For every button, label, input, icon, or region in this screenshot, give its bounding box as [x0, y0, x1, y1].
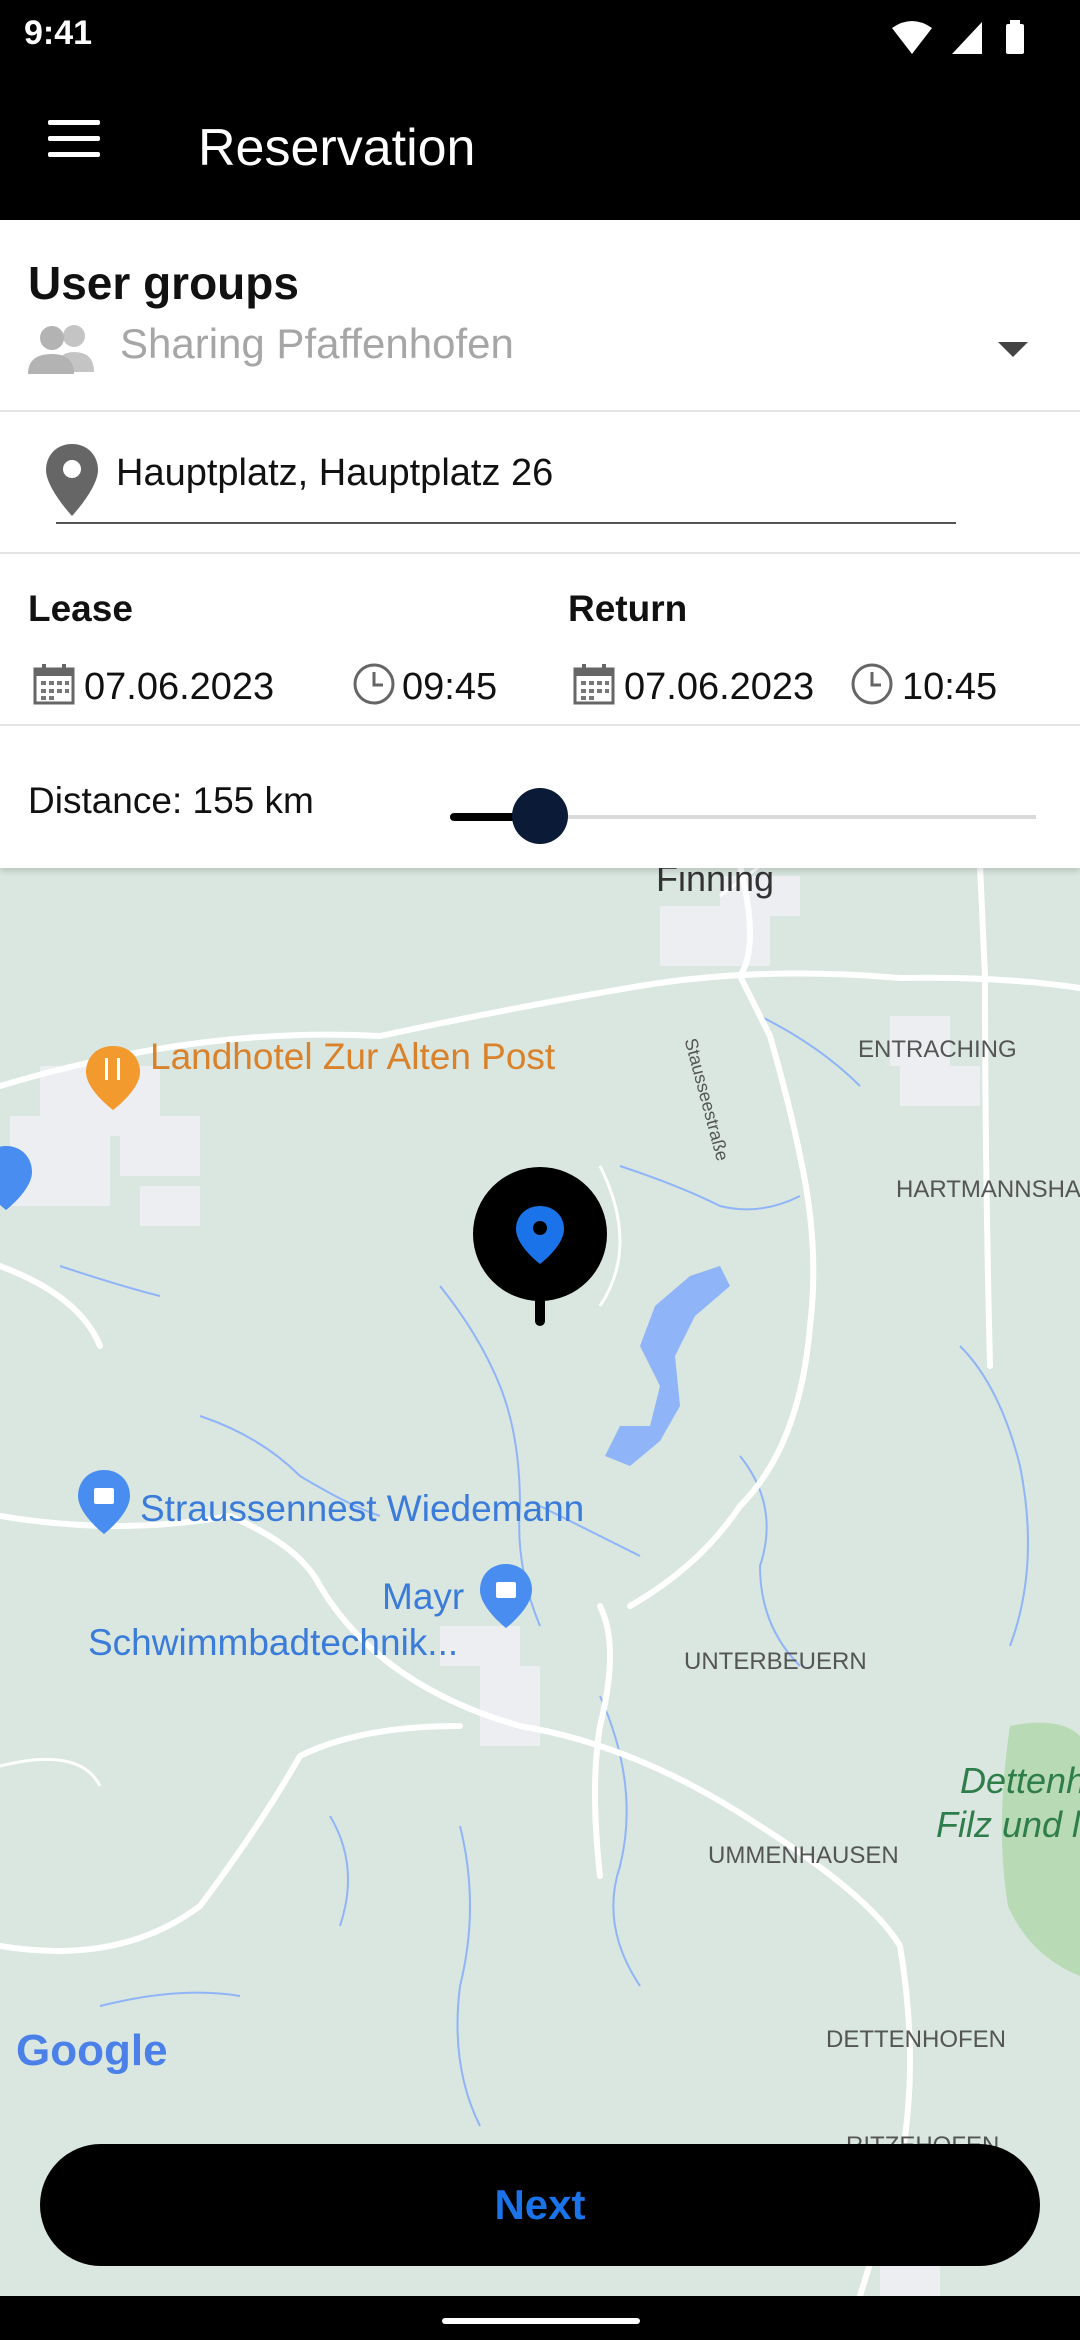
user-groups-label: User groups: [28, 257, 299, 309]
group-icon: [28, 325, 94, 374]
location-section: Hauptplatz, Hauptplatz 26: [0, 412, 1080, 554]
map-label-dettenhofen: DETTENHOFEN: [826, 2026, 1006, 2053]
app-bar: Reservation: [0, 72, 1080, 220]
map-label-straussennest[interactable]: Straussennest Wiedemann: [140, 1488, 584, 1530]
map-label-ummenhausen: UMMENHAUSEN: [708, 1842, 899, 1869]
map-label-hartmannshausen: HARTMANNSHAU: [896, 1176, 1080, 1203]
shopping-icon[interactable]: [480, 1564, 532, 1628]
map-label-filz: Filz und l: [936, 1804, 1080, 1845]
navigation-bar: [0, 2296, 1080, 2340]
distance-section: Distance: 155 km: [0, 726, 1080, 868]
distance-label: Distance: 155 km: [28, 780, 314, 821]
clock-icon: [851, 663, 893, 705]
selected-location-marker[interactable]: [473, 1167, 607, 1326]
dates-section: Lease Return 07.06.2023 09:45 07.06.2023…: [0, 554, 1080, 726]
map-label-landhotel[interactable]: Landhotel Zur Alten Post: [150, 1036, 555, 1078]
home-indicator[interactable]: [442, 2318, 640, 2324]
clock-icon: [353, 663, 395, 705]
menu-icon[interactable]: [48, 120, 104, 168]
map-view[interactable]: Finning Landhotel Zur Alten Post Stausse…: [0, 866, 1080, 2296]
chevron-down-icon[interactable]: [998, 342, 1028, 357]
wifi-icon: [892, 21, 932, 54]
google-logo: Google: [16, 2026, 168, 2075]
next-button[interactable]: Next: [40, 2144, 1040, 2266]
return-time[interactable]: 10:45: [902, 666, 997, 709]
map-label-unterbeuern: UNTERBEUERN: [684, 1648, 867, 1675]
distance-slider-thumb[interactable]: [512, 788, 568, 844]
lease-time[interactable]: 09:45: [402, 666, 497, 709]
calendar-icon: [33, 664, 75, 705]
user-group-select[interactable]: Sharing Pfaffenhofen: [120, 320, 514, 368]
page-title: Reservation: [198, 119, 476, 177]
lease-date[interactable]: 07.06.2023: [84, 666, 274, 709]
reservation-form: User groups Sharing Pfaffenhofen Hauptpl…: [0, 220, 1080, 868]
map-label-mayr[interactable]: Mayr: [382, 1576, 464, 1618]
return-label: Return: [568, 588, 688, 629]
map-canvas[interactable]: [0, 866, 1080, 2296]
map-label-dettenh: Dettenh: [960, 1760, 1080, 1801]
status-time: 9:41: [24, 14, 93, 52]
location-underline: [56, 522, 956, 524]
location-pin-icon: [46, 444, 98, 516]
map-label-entraching: ENTRACHING: [858, 1036, 1017, 1063]
map-label-finning: Finning: [656, 866, 775, 899]
signal-icon: [952, 22, 982, 54]
status-bar: 9:41: [0, 0, 1080, 72]
location-input[interactable]: Hauptplatz, Hauptplatz 26: [116, 452, 553, 495]
return-date[interactable]: 07.06.2023: [624, 666, 814, 709]
user-groups-section: User groups Sharing Pfaffenhofen: [0, 220, 1080, 412]
map-label-schwimmbadtechnik[interactable]: Schwimmbadtechnik...: [88, 1622, 458, 1664]
lease-label: Lease: [28, 588, 133, 629]
battery-icon: [1006, 24, 1024, 54]
calendar-icon: [573, 664, 615, 705]
status-icons: [892, 20, 1024, 54]
